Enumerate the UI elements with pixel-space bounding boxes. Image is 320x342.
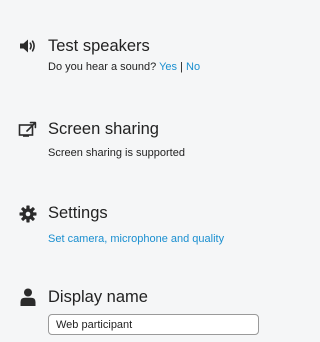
test-speakers-title: Test speakers: [48, 37, 150, 55]
speaker-icon: [20, 39, 35, 53]
screen-sharing-status: Screen sharing is supported: [48, 147, 185, 159]
speaker-no-link[interactable]: No: [186, 61, 200, 73]
speaker-test-prompt: Do you hear a sound? Yes | No: [48, 60, 200, 74]
screen-sharing-title: Screen sharing: [48, 120, 159, 138]
user-icon: [20, 288, 36, 306]
settings-title: Settings: [48, 204, 108, 222]
speaker-test-question: Do you hear a sound?: [48, 61, 157, 73]
display-name-input[interactable]: [48, 314, 259, 335]
gear-icon: [19, 205, 37, 223]
speaker-yes-link[interactable]: Yes: [159, 61, 177, 73]
settings-link[interactable]: Set camera, microphone and quality: [48, 232, 224, 246]
speaker-link-separator: |: [180, 61, 183, 73]
screen-share-icon: [18, 121, 37, 137]
display-name-title: Display name: [48, 288, 148, 306]
